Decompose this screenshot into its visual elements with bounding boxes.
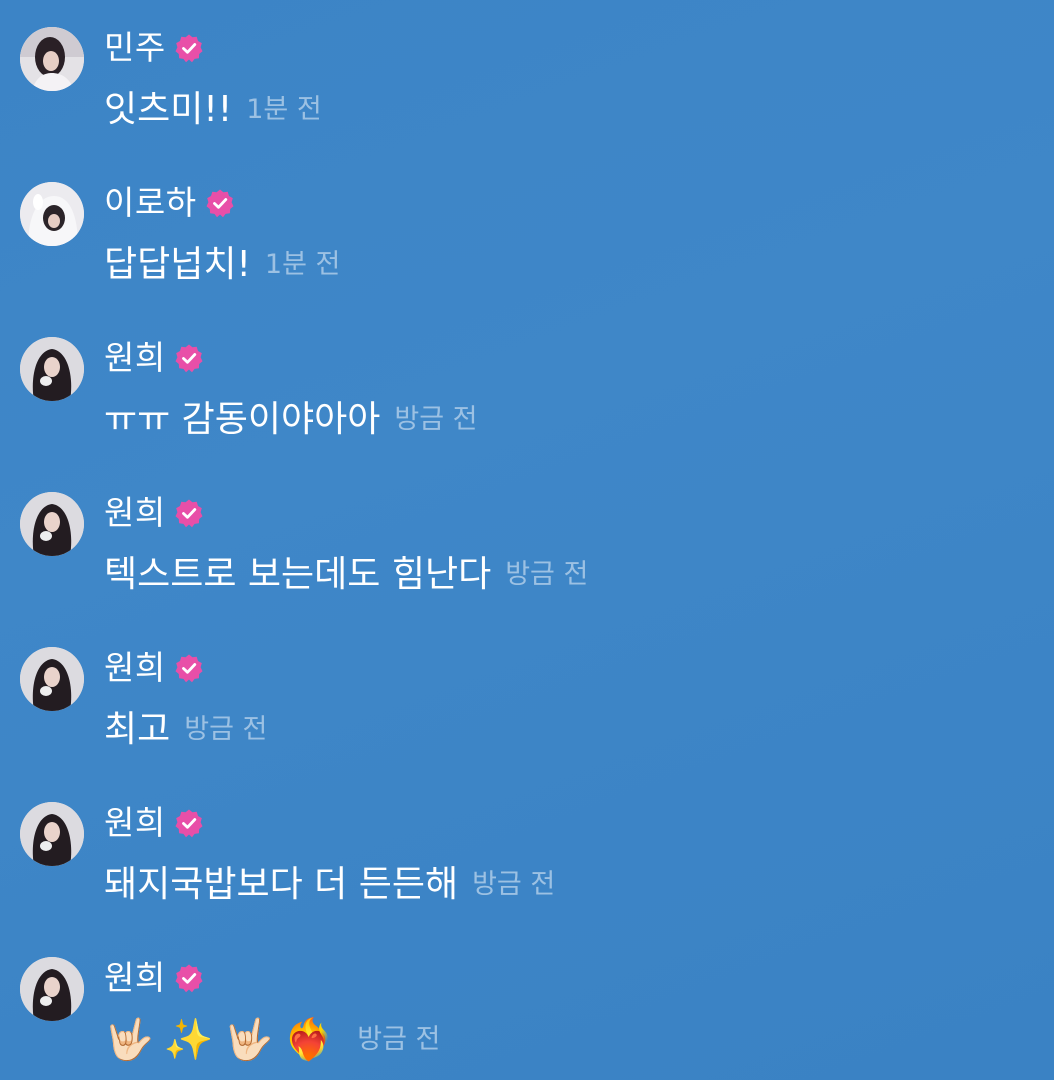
verified-badge-icon xyxy=(175,809,203,838)
chat-message: 원희 돼지국밥보다 더 든든해 방금 전 xyxy=(0,775,1054,915)
message-text: 돼지국밥보다 더 든든해 xyxy=(104,864,459,905)
avatar[interactable] xyxy=(20,182,84,246)
chat-message: 원희 🤟🏻 ✨ 🤟🏻 ❤️‍🔥 방금 전 xyxy=(0,930,1054,1070)
rock-hand-emoji-icon: 🤟🏻 xyxy=(223,1017,274,1063)
chat-message: 민주 잇츠미!! 1분 전 xyxy=(0,0,1054,140)
verified-badge-icon xyxy=(175,964,203,993)
timestamp: 방금 전 xyxy=(505,559,589,590)
avatar[interactable] xyxy=(20,27,84,91)
username[interactable]: 원희 xyxy=(104,648,166,688)
verified-badge-icon xyxy=(175,344,203,373)
chat-list: 민주 잇츠미!! 1분 전 이로하 답답넙치! 1분 전 원희 ㅠㅠ 감동이야아… xyxy=(0,0,1054,1080)
avatar[interactable] xyxy=(20,647,84,711)
username[interactable]: 원희 xyxy=(104,803,166,843)
timestamp: 방금 전 xyxy=(472,869,556,900)
avatar[interactable] xyxy=(20,492,84,556)
heart-on-fire-emoji-icon: ❤️‍🔥 xyxy=(283,1017,334,1063)
username[interactable]: 원희 xyxy=(104,958,166,998)
avatar[interactable] xyxy=(20,957,84,1021)
username[interactable]: 이로하 xyxy=(104,183,197,223)
message-text: 최고 xyxy=(104,709,171,750)
username[interactable]: 민주 xyxy=(104,28,166,68)
verified-badge-icon xyxy=(175,654,203,683)
chat-message: 원희 텍스트로 보는데도 힘난다 방금 전 xyxy=(0,465,1054,605)
chat-message: 이로하 답답넙치! 1분 전 xyxy=(0,155,1054,295)
timestamp: 방금 전 xyxy=(357,1024,441,1055)
message-text: 텍스트로 보는데도 힘난다 xyxy=(104,554,492,595)
rock-hand-emoji-icon: 🤟🏻 xyxy=(104,1017,154,1063)
message-text: 잇츠미!! xyxy=(104,89,233,130)
timestamp: 방금 전 xyxy=(184,714,268,745)
verified-badge-icon xyxy=(206,189,234,218)
chat-message: 원희 ㅠㅠ 감동이야아아 방금 전 xyxy=(0,310,1054,450)
avatar[interactable] xyxy=(20,337,84,401)
timestamp: 1분 전 xyxy=(264,249,341,280)
sparkles-emoji-icon: ✨ xyxy=(163,1017,214,1063)
username[interactable]: 원희 xyxy=(104,338,166,378)
chat-message: 원희 최고 방금 전 xyxy=(0,620,1054,760)
timestamp: 방금 전 xyxy=(394,404,478,435)
avatar[interactable] xyxy=(20,802,84,866)
message-text: 답답넙치! xyxy=(104,244,251,285)
verified-badge-icon xyxy=(175,34,203,63)
message-text: ㅠㅠ 감동이야아아 xyxy=(104,399,381,440)
timestamp: 1분 전 xyxy=(246,94,322,125)
username[interactable]: 원희 xyxy=(104,493,166,533)
verified-badge-icon xyxy=(175,499,203,528)
